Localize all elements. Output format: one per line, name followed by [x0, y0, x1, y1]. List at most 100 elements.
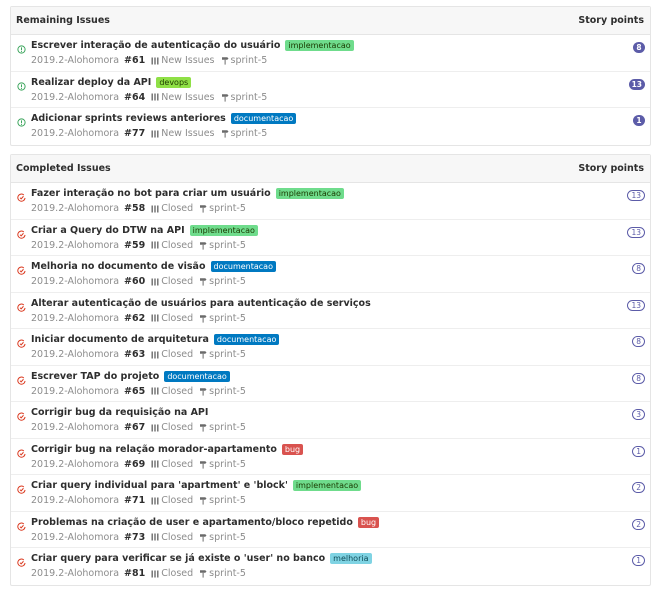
issue-number: #67	[124, 422, 146, 433]
board-icon	[151, 130, 159, 137]
milestone-icon	[200, 533, 207, 542]
story-points-badge: 3	[632, 409, 645, 420]
issue-title-link[interactable]: Criar a Query do DTW na API	[31, 225, 185, 236]
issue-title-link[interactable]: Fazer interação no bot para criar um usu…	[31, 188, 271, 199]
remaining-issues-title: Remaining Issues	[16, 15, 110, 26]
board-icon	[151, 533, 159, 541]
issue-row[interactable]: Problemas na criação de user e apartamen…	[11, 512, 650, 548]
issue-board-name: New Issues	[161, 128, 215, 139]
issue-label-implementacao[interactable]: implementacao	[275, 188, 344, 199]
issue-row[interactable]: Criar query individual para 'apartment' …	[11, 475, 650, 512]
story-points-badge: 1	[632, 445, 645, 457]
issue-title-link[interactable]: Criar query individual para 'apartment' …	[31, 480, 288, 491]
issue-meta-line: 2019.2-Alohomora #81 Closed sprint-5	[31, 568, 246, 579]
issue-label-implementacao[interactable]: implementacao	[292, 480, 362, 491]
story-points-badge: 13	[627, 299, 645, 311]
story-points-badge: 8	[633, 42, 645, 53]
issue-number: #77	[124, 128, 146, 139]
milestone-icon	[221, 130, 228, 138]
issue-title-link[interactable]: Corrigir bug da requisição na API	[31, 407, 208, 418]
milestone-icon	[200, 570, 207, 578]
story-points-badge: 8	[632, 336, 645, 347]
issue-project: 2019.2-Alohomora	[31, 128, 120, 139]
issue-row[interactable]: Alterar autenticação de usuários para au…	[11, 293, 650, 329]
story-points-badge: 13	[628, 78, 645, 90]
issue-row[interactable]: Fazer interação no bot para criar um usu…	[11, 183, 650, 220]
remaining-issues-panel: Remaining Issues Story points Escrever i…	[10, 6, 651, 146]
issue-row[interactable]: Criar a Query do DTW na API implementacao…	[11, 220, 650, 256]
issue-title-link[interactable]: Escrever TAP do projeto	[31, 371, 159, 382]
issue-milestone-name: sprint-5	[209, 239, 246, 251]
issue-project: 2019.2-Alohomora	[31, 531, 120, 543]
issue-meta-line: 2019.2-Alohomora #69 Closed sprint-5	[31, 459, 246, 470]
issue-title-line: Alterar autenticação de usuários para au…	[31, 298, 610, 309]
issue-board: Closed	[151, 313, 193, 324]
issue-board-name: Closed	[161, 312, 194, 324]
issue-meta-line: 2019.2-Alohomora #71 Closed sprint-5	[31, 495, 246, 506]
issue-number: #63	[124, 349, 146, 360]
issue-label-implementacao[interactable]: implementacao	[189, 224, 258, 236]
issue-board-name: Closed	[161, 458, 194, 470]
issue-closed-icon	[17, 193, 26, 202]
issue-title-line: Criar a Query do DTW na API implementacao	[31, 224, 610, 236]
issue-title-link[interactable]: Escrever interação de autenticação do us…	[31, 40, 280, 51]
issue-meta-line: 2019.2-Alohomora #67 Closed sprint-5	[31, 422, 246, 433]
issue-board-name: Closed	[161, 531, 194, 543]
issue-row[interactable]: Corrigir bug na relação morador-apartame…	[11, 439, 650, 475]
issue-meta-line: 2019.2-Alohomora #64 New Issues sprint-5	[31, 92, 267, 103]
issue-label-documentacao[interactable]: documentacao	[164, 370, 230, 382]
issue-title-line: Escrever interação de autenticação do us…	[31, 40, 610, 51]
issue-board: Closed	[151, 276, 193, 287]
milestone-icon	[200, 387, 207, 396]
issue-label-implementacao[interactable]: implementacao	[285, 40, 354, 51]
issue-row[interactable]: Escrever TAP do projeto documentacao 2019.…	[11, 366, 650, 402]
issue-label-documentacao[interactable]: documentacao	[230, 113, 297, 124]
issue-project: 2019.2-Alohomora	[31, 276, 120, 287]
issue-row[interactable]: Criar query para verificar se já existe …	[11, 548, 650, 585]
issue-row[interactable]: Iniciar documento de arquitetura document…	[11, 329, 650, 366]
issue-title-link[interactable]: Melhoria no documento de visão	[31, 261, 206, 272]
issue-milestone: sprint-5	[221, 92, 267, 103]
issue-title-link[interactable]: Realizar deploy da API	[31, 77, 151, 88]
issue-row[interactable]: Corrigir bug da requisição na API 2019.2-…	[11, 402, 650, 439]
issue-number: #65	[124, 385, 146, 397]
issue-label-bug[interactable]: bug	[357, 516, 380, 528]
issue-milestone-name: sprint-5	[209, 349, 246, 360]
issue-milestone-name: sprint-5	[209, 203, 246, 214]
board-icon	[151, 497, 159, 504]
issue-number: #59	[124, 239, 146, 251]
issue-title-link[interactable]: Adicionar sprints reviews anteriores	[31, 113, 226, 124]
issue-label-devops[interactable]: devops	[156, 76, 192, 88]
issue-title-line: Corrigir bug na relação morador-apartame…	[31, 443, 610, 455]
issue-board: Closed	[151, 240, 193, 251]
issue-label-documentacao[interactable]: documentacao	[210, 261, 276, 272]
issue-project: 2019.2-Alohomora	[31, 458, 120, 470]
issue-row[interactable]: Escrever interação de autenticação do us…	[11, 35, 650, 72]
issue-row[interactable]: Realizar deploy da API devops 2019.2-Aloho…	[11, 72, 650, 108]
issue-title-link[interactable]: Corrigir bug na relação morador-apartame…	[31, 444, 277, 455]
issue-board: Closed	[151, 459, 193, 470]
issue-project: 2019.2-Alohomora	[31, 312, 120, 324]
issue-row[interactable]: Melhoria no documento de visão documentac…	[11, 256, 650, 293]
issue-meta-line: 2019.2-Alohomora #61 New Issues sprint-5	[31, 55, 267, 66]
issue-milestone-name: sprint-5	[209, 531, 246, 543]
issue-number: #64	[124, 91, 146, 103]
issue-meta-line: 2019.2-Alohomora #58 Closed sprint-5	[31, 203, 246, 214]
issue-title-link[interactable]: Iniciar documento de arquitetura	[31, 334, 209, 345]
issue-closed-icon	[17, 522, 26, 531]
issue-title-link[interactable]: Alterar autenticação de usuários para au…	[31, 298, 371, 309]
milestone-icon	[200, 351, 207, 359]
story-points-badge: 2	[632, 482, 645, 493]
issue-row[interactable]: Adicionar sprints reviews anteriores docu…	[11, 108, 650, 145]
issue-title-link[interactable]: Criar query para verificar se já existe …	[31, 553, 325, 564]
issue-title-link[interactable]: Problemas na criação de user e apartamen…	[31, 517, 353, 528]
issue-open-icon	[17, 118, 26, 127]
issue-label-documentacao[interactable]: documentacao	[213, 334, 280, 345]
issue-label-bug[interactable]: bug	[281, 443, 304, 455]
issue-milestone: sprint-5	[199, 349, 246, 360]
issue-number: #62	[124, 312, 146, 324]
issue-closed-icon	[17, 376, 26, 385]
issue-meta-line: 2019.2-Alohomora #77 New Issues sprint-5	[31, 128, 267, 139]
issue-label-melhoria[interactable]: melhoria	[330, 553, 372, 564]
issue-board: Closed	[151, 532, 193, 543]
